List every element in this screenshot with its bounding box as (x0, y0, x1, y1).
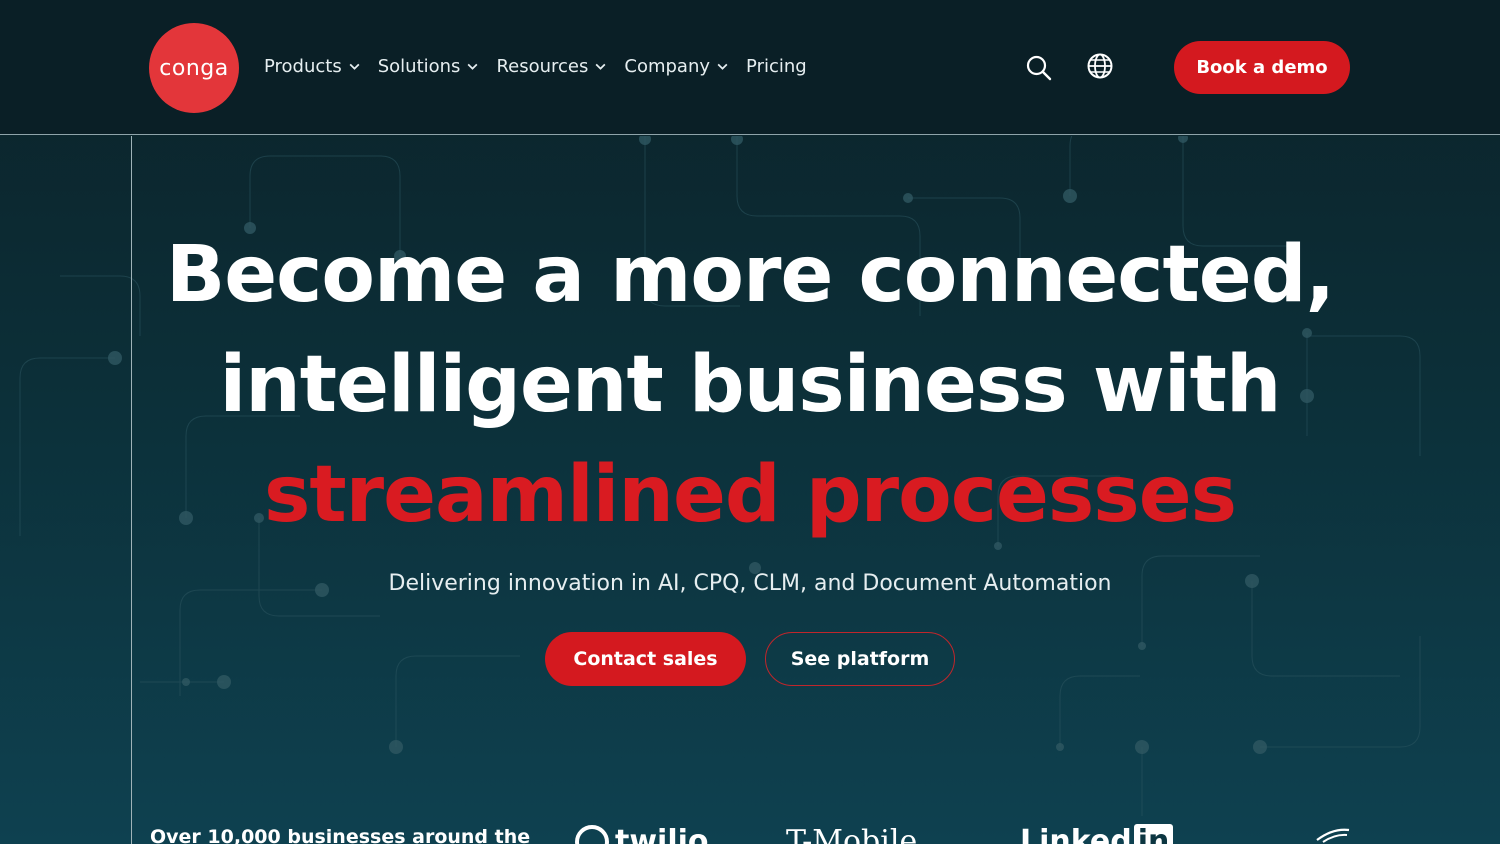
partner-swoosh-logo (1316, 828, 1350, 843)
chevron-down-icon (717, 63, 728, 70)
book-demo-button[interactable]: Book a demo (1174, 41, 1350, 94)
search-icon[interactable] (1025, 54, 1053, 82)
nav-label: Pricing (746, 55, 807, 77)
conga-logo[interactable]: conga (149, 23, 239, 113)
linkedin-logo: Linked in (1020, 824, 1174, 844)
twilio-wordmark: twilio (615, 824, 709, 844)
tmobile-logo: T-Mobile (786, 824, 918, 844)
linkedin-in-box: in (1133, 824, 1174, 844)
headline-line-1: Become a more connected, (165, 230, 1335, 320)
trust-statement: Over 10,000 businesses around the (150, 826, 531, 844)
nav-item-pricing[interactable]: Pricing (746, 52, 807, 80)
logo-text: conga (159, 55, 229, 81)
chevron-down-icon (468, 63, 478, 70)
headline-line-2: intelligent business with (219, 340, 1282, 430)
main-nav: Products Solutions Resources Company Pri… (264, 52, 824, 80)
nav-label: Products (264, 55, 342, 77)
site-header: conga Products Solutions Resources Compa… (0, 0, 1500, 135)
headline-accent: streamlined processes (263, 450, 1237, 540)
nav-label: Company (624, 55, 711, 77)
see-platform-button[interactable]: See platform (765, 632, 955, 686)
chevron-down-icon (349, 63, 360, 70)
twilio-logo: twilio (575, 824, 709, 844)
nav-item-resources[interactable]: Resources (496, 52, 607, 80)
contact-sales-button[interactable]: Contact sales (545, 632, 746, 686)
twilio-mark-icon (575, 824, 609, 844)
nav-item-solutions[interactable]: Solutions (378, 52, 480, 80)
chevron-down-icon (595, 63, 606, 70)
hero-subtitle: Delivering innovation in AI, CPQ, CLM, a… (388, 571, 1112, 596)
linkedin-wordmark: Linked (1020, 824, 1132, 844)
nav-item-company[interactable]: Company (624, 52, 729, 80)
nav-item-products[interactable]: Products (264, 52, 361, 80)
nav-label: Solutions (377, 55, 461, 77)
nav-label: Resources (496, 55, 589, 77)
globe-icon[interactable] (1086, 52, 1114, 80)
hero-headline: Become a more connected, intelligent bus… (0, 220, 1500, 550)
